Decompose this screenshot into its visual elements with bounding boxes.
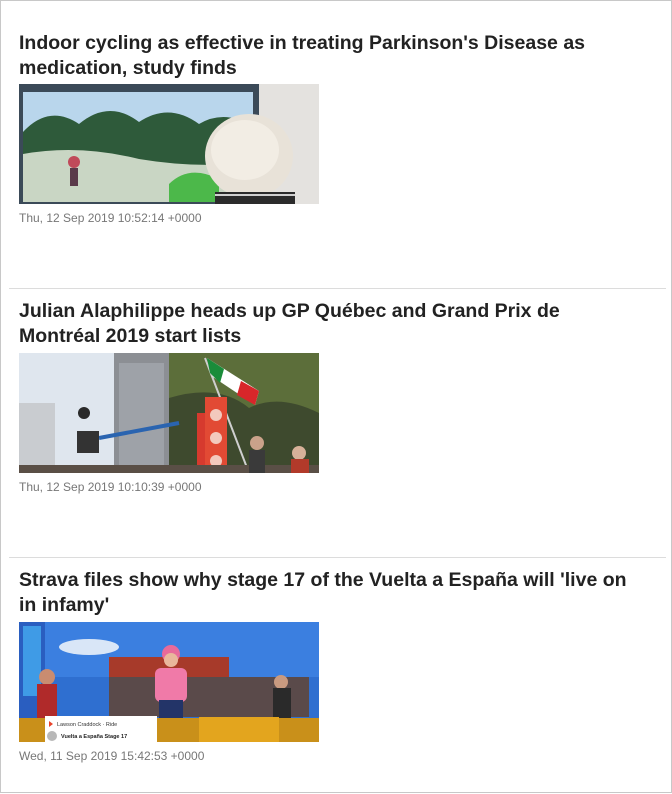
article-thumbnail[interactable] (19, 353, 319, 473)
list-item[interactable]: Julian Alaphilippe heads up GP Québec an… (9, 289, 666, 558)
article-thumbnail[interactable] (19, 84, 319, 204)
article-title[interactable]: Julian Alaphilippe heads up GP Québec an… (19, 299, 646, 348)
list-item[interactable]: Indoor cycling as effective in treating … (9, 1, 666, 289)
article-date: Thu, 12 Sep 2019 10:52:14 +0000 (19, 211, 202, 225)
list-item[interactable]: Strava files show why stage 17 of the Vu… (9, 558, 666, 794)
article-title[interactable]: Indoor cycling as effective in treating … (19, 31, 646, 80)
article-thumbnail[interactable]: Lawson Craddock · Ride Vuelta a España S… (19, 622, 319, 742)
article-title[interactable]: Strava files show why stage 17 of the Vu… (19, 568, 646, 617)
article-date: Thu, 12 Sep 2019 10:10:39 +0000 (19, 480, 202, 494)
article-date: Wed, 11 Sep 2019 15:42:53 +0000 (19, 749, 205, 763)
thumb-caption-title: Vuelta a España Stage 17 (61, 734, 127, 740)
thumb-caption-author: Lawson Craddock · Ride (57, 722, 117, 728)
news-feed: Indoor cycling as effective in treating … (0, 0, 672, 793)
